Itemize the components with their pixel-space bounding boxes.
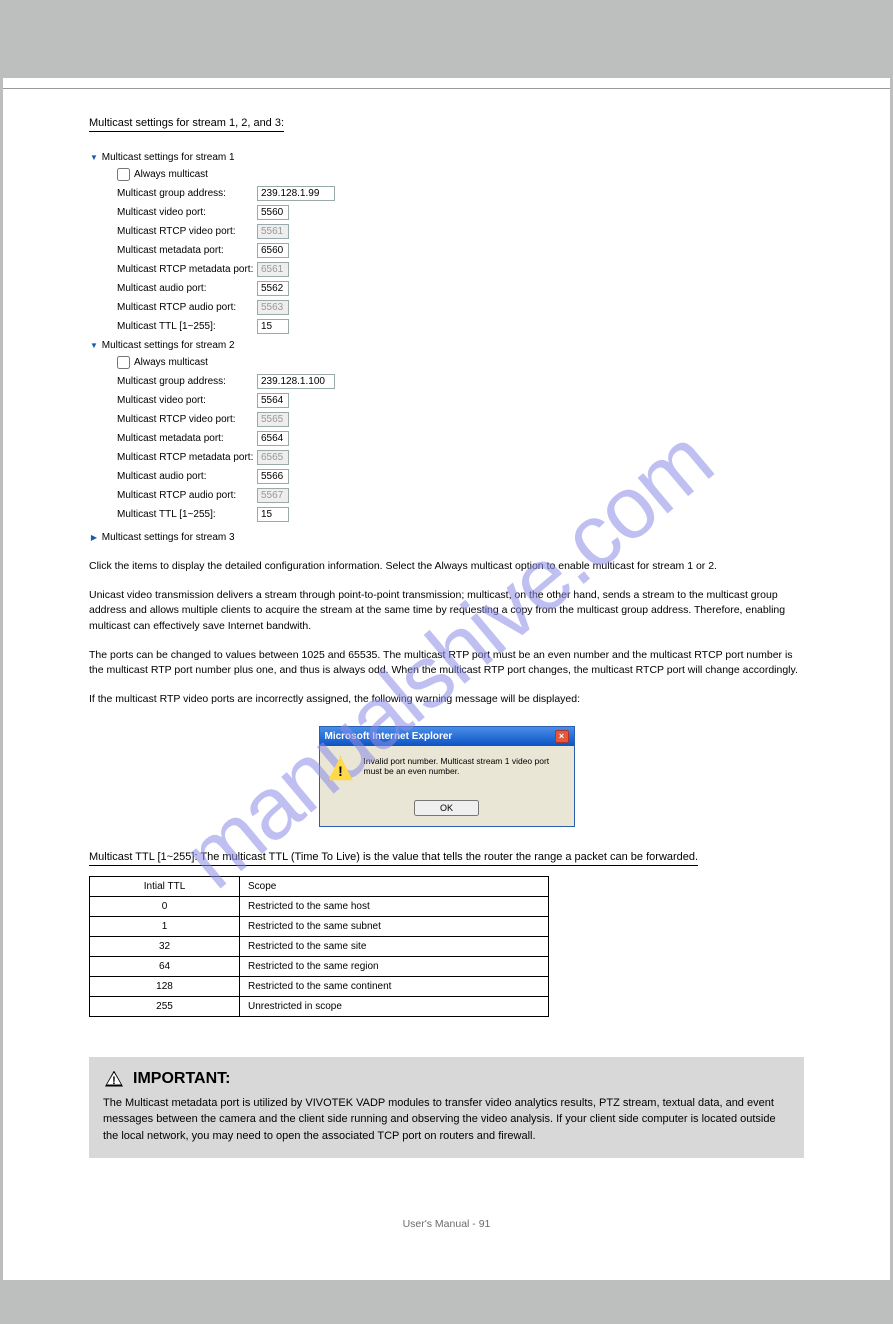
group-label: Multicast group address: bbox=[117, 188, 257, 199]
ok-button[interactable]: OK bbox=[414, 800, 479, 816]
paragraph: Click the items to display the detailed … bbox=[89, 559, 804, 574]
rtcp-meta-input-s2 bbox=[257, 450, 289, 465]
always-multicast-checkbox-s2[interactable] bbox=[117, 356, 130, 369]
video-port-input-s2[interactable] bbox=[257, 393, 289, 408]
stream1-header-label: Multicast settings for stream 1 bbox=[102, 152, 235, 163]
caution-icon: ! bbox=[103, 1069, 125, 1089]
rtcp-meta-input-s1 bbox=[257, 262, 289, 277]
ttl-label: Multicast TTL [1~255]: bbox=[117, 509, 257, 520]
rtcp-meta-label: Multicast RTCP metadata port: bbox=[117, 452, 257, 463]
stream2-header-label: Multicast settings for stream 2 bbox=[102, 340, 235, 351]
paragraph: If the multicast RTP video ports are inc… bbox=[89, 692, 804, 707]
warning-icon bbox=[328, 756, 354, 782]
group-label: Multicast group address: bbox=[117, 376, 257, 387]
video-port-input-s1[interactable] bbox=[257, 205, 289, 220]
meta-port-label: Multicast metadata port: bbox=[117, 245, 257, 256]
section-title: Multicast settings for stream 1, 2, and … bbox=[89, 117, 284, 132]
ttl-input-s2[interactable] bbox=[257, 507, 289, 522]
table-row: 0Restricted to the same host bbox=[90, 896, 549, 916]
paragraph: The ports can be changed to values betwe… bbox=[89, 648, 804, 678]
caution-body: The Multicast metadata port is utilized … bbox=[103, 1095, 790, 1145]
paragraph: Unicast video transmission delivers a st… bbox=[89, 588, 804, 634]
rtcp-video-label: Multicast RTCP video port: bbox=[117, 226, 257, 237]
rtcp-video-label: Multicast RTCP video port: bbox=[117, 414, 257, 425]
caution-title-text: IMPORTANT: bbox=[133, 1067, 230, 1091]
table-header: Intial TTL bbox=[90, 876, 240, 896]
rtcp-video-input-s1 bbox=[257, 224, 289, 239]
dialog-message: Invalid port number. Multicast stream 1 … bbox=[364, 756, 566, 776]
header-bar bbox=[0, 0, 893, 78]
caution-box: ! IMPORTANT: The Multicast metadata port… bbox=[89, 1057, 804, 1159]
page-footer: User's Manual - 91 bbox=[89, 1218, 804, 1230]
rtcp-audio-label: Multicast RTCP audio port: bbox=[117, 302, 257, 313]
rtcp-video-input-s2 bbox=[257, 412, 289, 427]
stream3-toggle[interactable]: ▶ Multicast settings for stream 3 bbox=[89, 530, 804, 545]
table-row: 255Unrestricted in scope bbox=[90, 996, 549, 1016]
chevron-down-icon: ▼ bbox=[89, 153, 99, 162]
audio-port-label: Multicast audio port: bbox=[117, 283, 257, 294]
table-header: Scope bbox=[240, 876, 549, 896]
meta-port-label: Multicast metadata port: bbox=[117, 433, 257, 444]
rtcp-audio-input-s1 bbox=[257, 300, 289, 315]
chevron-down-icon: ▼ bbox=[89, 341, 99, 350]
ttl-explanation: Multicast TTL [1~255]: The multicast TTL… bbox=[89, 851, 698, 866]
dialog-title: Microsoft Internet Explorer bbox=[325, 731, 453, 742]
meta-port-input-s2[interactable] bbox=[257, 431, 289, 446]
always-multicast-checkbox-s1[interactable] bbox=[117, 168, 130, 181]
video-port-label: Multicast video port: bbox=[117, 395, 257, 406]
video-port-label: Multicast video port: bbox=[117, 207, 257, 218]
warning-dialog: Microsoft Internet Explorer × Invalid por… bbox=[319, 726, 575, 827]
ttl-label: Multicast TTL [1~255]: bbox=[117, 321, 257, 332]
group-address-input-s1[interactable] bbox=[257, 186, 335, 201]
group-address-input-s2[interactable] bbox=[257, 374, 335, 389]
table-row: 64Restricted to the same region bbox=[90, 956, 549, 976]
meta-port-input-s1[interactable] bbox=[257, 243, 289, 258]
ttl-input-s1[interactable] bbox=[257, 319, 289, 334]
audio-port-input-s1[interactable] bbox=[257, 281, 289, 296]
table-row: 32Restricted to the same site bbox=[90, 936, 549, 956]
rtcp-audio-input-s2 bbox=[257, 488, 289, 503]
always-multicast-label: Always multicast bbox=[134, 169, 208, 180]
always-multicast-label: Always multicast bbox=[134, 357, 208, 368]
rtcp-audio-label: Multicast RTCP audio port: bbox=[117, 490, 257, 501]
stream3-header-label: Multicast settings for stream 3 bbox=[102, 532, 235, 543]
audio-port-label: Multicast audio port: bbox=[117, 471, 257, 482]
table-row: 128Restricted to the same continent bbox=[90, 976, 549, 996]
ttl-table: Intial TTLScope 0Restricted to the same … bbox=[89, 876, 549, 1017]
audio-port-input-s2[interactable] bbox=[257, 469, 289, 484]
table-row: 1Restricted to the same subnet bbox=[90, 916, 549, 936]
chevron-right-icon: ▶ bbox=[89, 533, 99, 542]
stream1-toggle[interactable]: ▼ Multicast settings for stream 1 bbox=[89, 150, 804, 165]
close-icon[interactable]: × bbox=[555, 730, 569, 743]
stream2-toggle[interactable]: ▼ Multicast settings for stream 2 bbox=[89, 338, 804, 353]
rtcp-meta-label: Multicast RTCP metadata port: bbox=[117, 264, 257, 275]
footer-bar bbox=[0, 1292, 893, 1324]
